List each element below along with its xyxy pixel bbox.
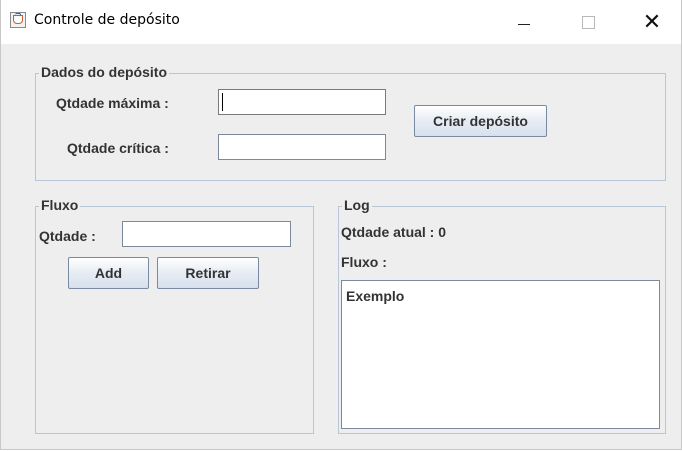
log-legend: Log bbox=[342, 197, 372, 213]
close-icon: ✕ bbox=[642, 9, 662, 35]
flow-quantity-label: Qtdade : bbox=[39, 228, 96, 244]
flow-log-textarea[interactable]: Exemplo bbox=[341, 280, 660, 429]
flow-quantity-input[interactable] bbox=[122, 221, 291, 247]
minimize-button[interactable] bbox=[497, 0, 551, 44]
minimize-icon bbox=[518, 23, 530, 25]
current-quantity-caption: Qtdade atual : bbox=[341, 224, 435, 240]
remove-button[interactable]: Retirar bbox=[157, 257, 259, 289]
window-title: Controle de depósito bbox=[34, 12, 180, 28]
title-bar[interactable]: Controle de depósito ✕ bbox=[1, 0, 681, 44]
close-button[interactable]: ✕ bbox=[625, 0, 679, 44]
flow-log-label: Fluxo : bbox=[341, 254, 387, 270]
deposit-data-legend: Dados do depósito bbox=[39, 64, 169, 80]
current-quantity-label: Qtdade atual : 0 bbox=[341, 224, 446, 240]
create-deposit-button[interactable]: Criar depósito bbox=[414, 105, 547, 137]
app-window: Controle de depósito ✕ Dados do depósito… bbox=[0, 0, 682, 450]
max-quantity-input[interactable] bbox=[218, 89, 386, 115]
flow-legend: Fluxo bbox=[39, 197, 81, 213]
maximize-button[interactable] bbox=[561, 0, 615, 44]
text-caret bbox=[222, 93, 223, 111]
add-button[interactable]: Add bbox=[68, 257, 149, 289]
current-quantity-value: 0 bbox=[438, 224, 447, 240]
critical-quantity-label: Qtdade crítica : bbox=[67, 140, 169, 156]
max-quantity-label: Qtdade máxima : bbox=[56, 95, 169, 111]
maximize-icon bbox=[581, 15, 595, 29]
critical-quantity-input[interactable] bbox=[218, 134, 386, 160]
java-app-icon bbox=[10, 12, 26, 28]
